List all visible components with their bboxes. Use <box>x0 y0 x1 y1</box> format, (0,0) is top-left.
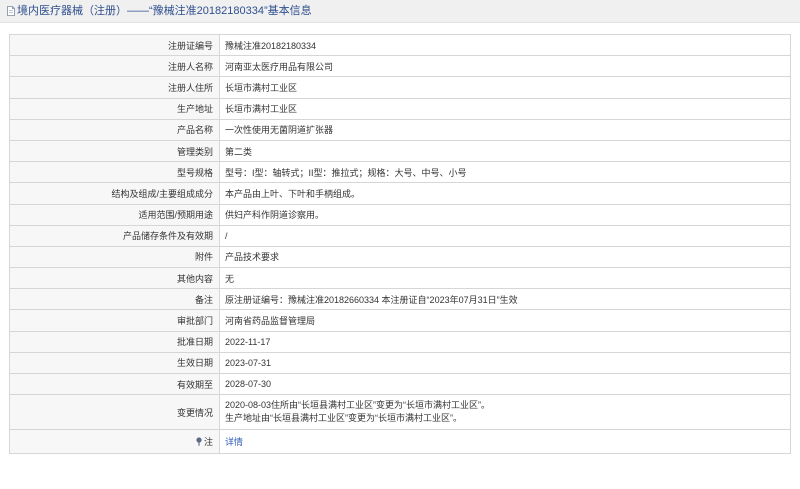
details-link[interactable]: 详情 <box>225 437 243 447</box>
row-label: 审批部门 <box>9 309 220 332</box>
pin-icon <box>196 437 202 446</box>
row-label: 生产地址 <box>9 97 220 120</box>
row-label: 适用范围/预期用途 <box>9 203 220 226</box>
table-row-attachment: 附件 产品技术要求 <box>9 245 791 269</box>
row-value: / <box>219 224 791 247</box>
row-label: 注 <box>9 429 220 455</box>
row-value: 本产品由上叶、下叶和手柄组成。 <box>219 182 791 205</box>
row-value: 长垣市满村工业区 <box>219 97 791 120</box>
row-value: 详情 <box>219 429 791 455</box>
table-row-scope-of-use: 适用范围/预期用途 供妇产科作阴道诊察用。 <box>9 203 791 226</box>
row-label: 备注 <box>9 288 220 311</box>
table-row-approval-department: 审批部门 河南省药品监督管理局 <box>9 309 791 332</box>
row-label: 附件 <box>9 245 220 269</box>
row-value: 长垣市满村工业区 <box>219 76 791 99</box>
row-value: 豫械注准20182180334 <box>219 33 791 57</box>
row-value: 2028-07-30 <box>219 372 791 396</box>
row-value: 2023-07-31 <box>219 351 791 375</box>
row-label: 型号规格 <box>9 161 220 184</box>
row-label: 注册证编号 <box>9 33 220 57</box>
table-row-storage-validity: 产品储存条件及有效期 / <box>9 224 791 247</box>
table-row-registration-number: 注册证编号 豫械注准20182180334 <box>9 33 791 57</box>
row-label: 有效期至 <box>9 372 220 396</box>
row-value: 第二类 <box>219 139 791 163</box>
table-row-note: 注 详情 <box>9 429 791 455</box>
change-line-1: 2020-08-03住所由“长垣县满村工业区”变更为“长垣市满村工业区”。 <box>225 400 491 411</box>
row-value: 河南亚太医疗用品有限公司 <box>219 55 791 78</box>
table-row-remarks: 备注 原注册证编号：豫械注准20182660334 本注册证自“2023年07月3… <box>9 288 791 311</box>
page-header: 境内医疗器械（注册）——“豫械注准20182180334”基本信息 <box>0 0 800 23</box>
table-row-production-address: 生产地址 长垣市满村工业区 <box>9 97 791 120</box>
table-row-expiry-date: 有效期至 2028-07-30 <box>9 372 791 396</box>
row-value: 2022-11-17 <box>219 330 791 353</box>
change-history-value: 2020-08-03住所由“长垣县满村工业区”变更为“长垣市满村工业区”。 生产地… <box>219 394 791 431</box>
row-label: 变更情况 <box>9 394 220 431</box>
change-line-2: 生产地址由“长垣县满村工业区”变更为“长垣市满村工业区”。 <box>225 413 462 424</box>
table-row-effective-date: 生效日期 2023-07-31 <box>9 351 791 375</box>
row-value: 原注册证编号：豫械注准20182660334 本注册证自“2023年07月31日… <box>219 288 791 311</box>
table-row-approval-date: 批准日期 2022-11-17 <box>9 330 791 353</box>
document-icon <box>7 6 15 16</box>
table-row-registrant-name: 注册人名称 河南亚太医疗用品有限公司 <box>9 55 791 78</box>
row-label: 注册人名称 <box>9 55 220 78</box>
row-label: 管理类别 <box>9 139 220 163</box>
row-label: 其他内容 <box>9 267 220 290</box>
row-label: 生效日期 <box>9 351 220 375</box>
table-row-model-spec: 型号规格 型号：I型：轴转式；II型：推拉式；规格：大号、中号、小号 <box>9 161 791 184</box>
row-label: 批准日期 <box>9 330 220 353</box>
row-label: 产品储存条件及有效期 <box>9 224 220 247</box>
row-value: 一次性使用无菌阴道扩张器 <box>219 118 791 141</box>
table-row-product-name: 产品名称 一次性使用无菌阴道扩张器 <box>9 118 791 141</box>
page-title: 境内医疗器械（注册）——“豫械注准20182180334”基本信息 <box>17 5 312 17</box>
table-row-management-category: 管理类别 第二类 <box>9 139 791 163</box>
table-row-change-history: 变更情况 2020-08-03住所由“长垣县满村工业区”变更为“长垣市满村工业区”… <box>9 394 791 431</box>
row-value: 型号：I型：轴转式；II型：推拉式；规格：大号、中号、小号 <box>219 161 791 184</box>
row-value: 河南省药品监督管理局 <box>219 309 791 332</box>
row-label: 产品名称 <box>9 118 220 141</box>
table-row-other-content: 其他内容无 <box>9 267 791 290</box>
table-row-structure-composition: 结构及组成/主要组成成分 本产品由上叶、下叶和手柄组成。 <box>9 182 791 205</box>
row-value: 供妇产科作阴道诊察用。 <box>219 203 791 226</box>
table-row-registrant-address: 注册人住所 长垣市满村工业区 <box>9 76 791 99</box>
row-label: 结构及组成/主要组成成分 <box>9 182 220 205</box>
row-value: 产品技术要求 <box>219 245 791 269</box>
row-label: 注册人住所 <box>9 76 220 99</box>
note-label: 注 <box>203 437 213 448</box>
device-info-table: 注册证编号 豫械注准20182180334 注册人名称 河南亚太医疗用品有限公司 注册人… <box>9 33 791 455</box>
row-value: 无 <box>219 267 791 290</box>
